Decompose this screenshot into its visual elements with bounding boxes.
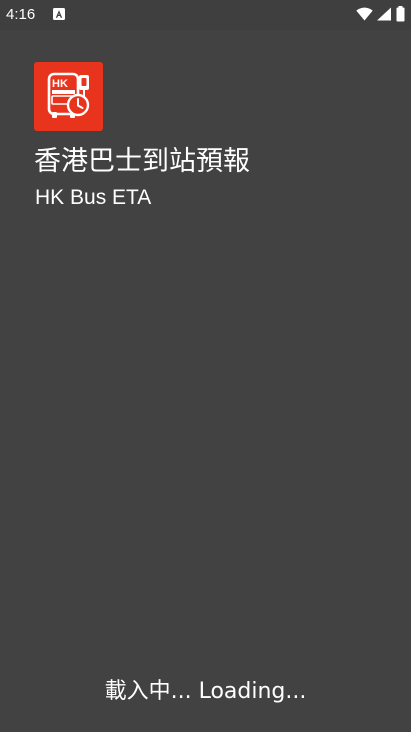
loading-message: 載入中... Loading...: [104, 679, 307, 704]
battery-icon: [396, 6, 405, 22]
signal-icon: [377, 7, 391, 21]
hk-bus-clock-icon: HK: [47, 72, 90, 118]
app-title-chinese: 香港巴士到站預報: [34, 146, 250, 177]
status-bar: 4:16: [0, 0, 411, 30]
app-title-english: HK Bus ETA: [35, 186, 152, 209]
svg-text:HK: HK: [52, 78, 68, 90]
notification-a-icon: [53, 8, 65, 20]
wifi-icon: [356, 7, 373, 21]
app-logo: HK: [34, 62, 103, 131]
status-icons: [356, 6, 405, 22]
status-time: 4:16: [6, 6, 36, 23]
